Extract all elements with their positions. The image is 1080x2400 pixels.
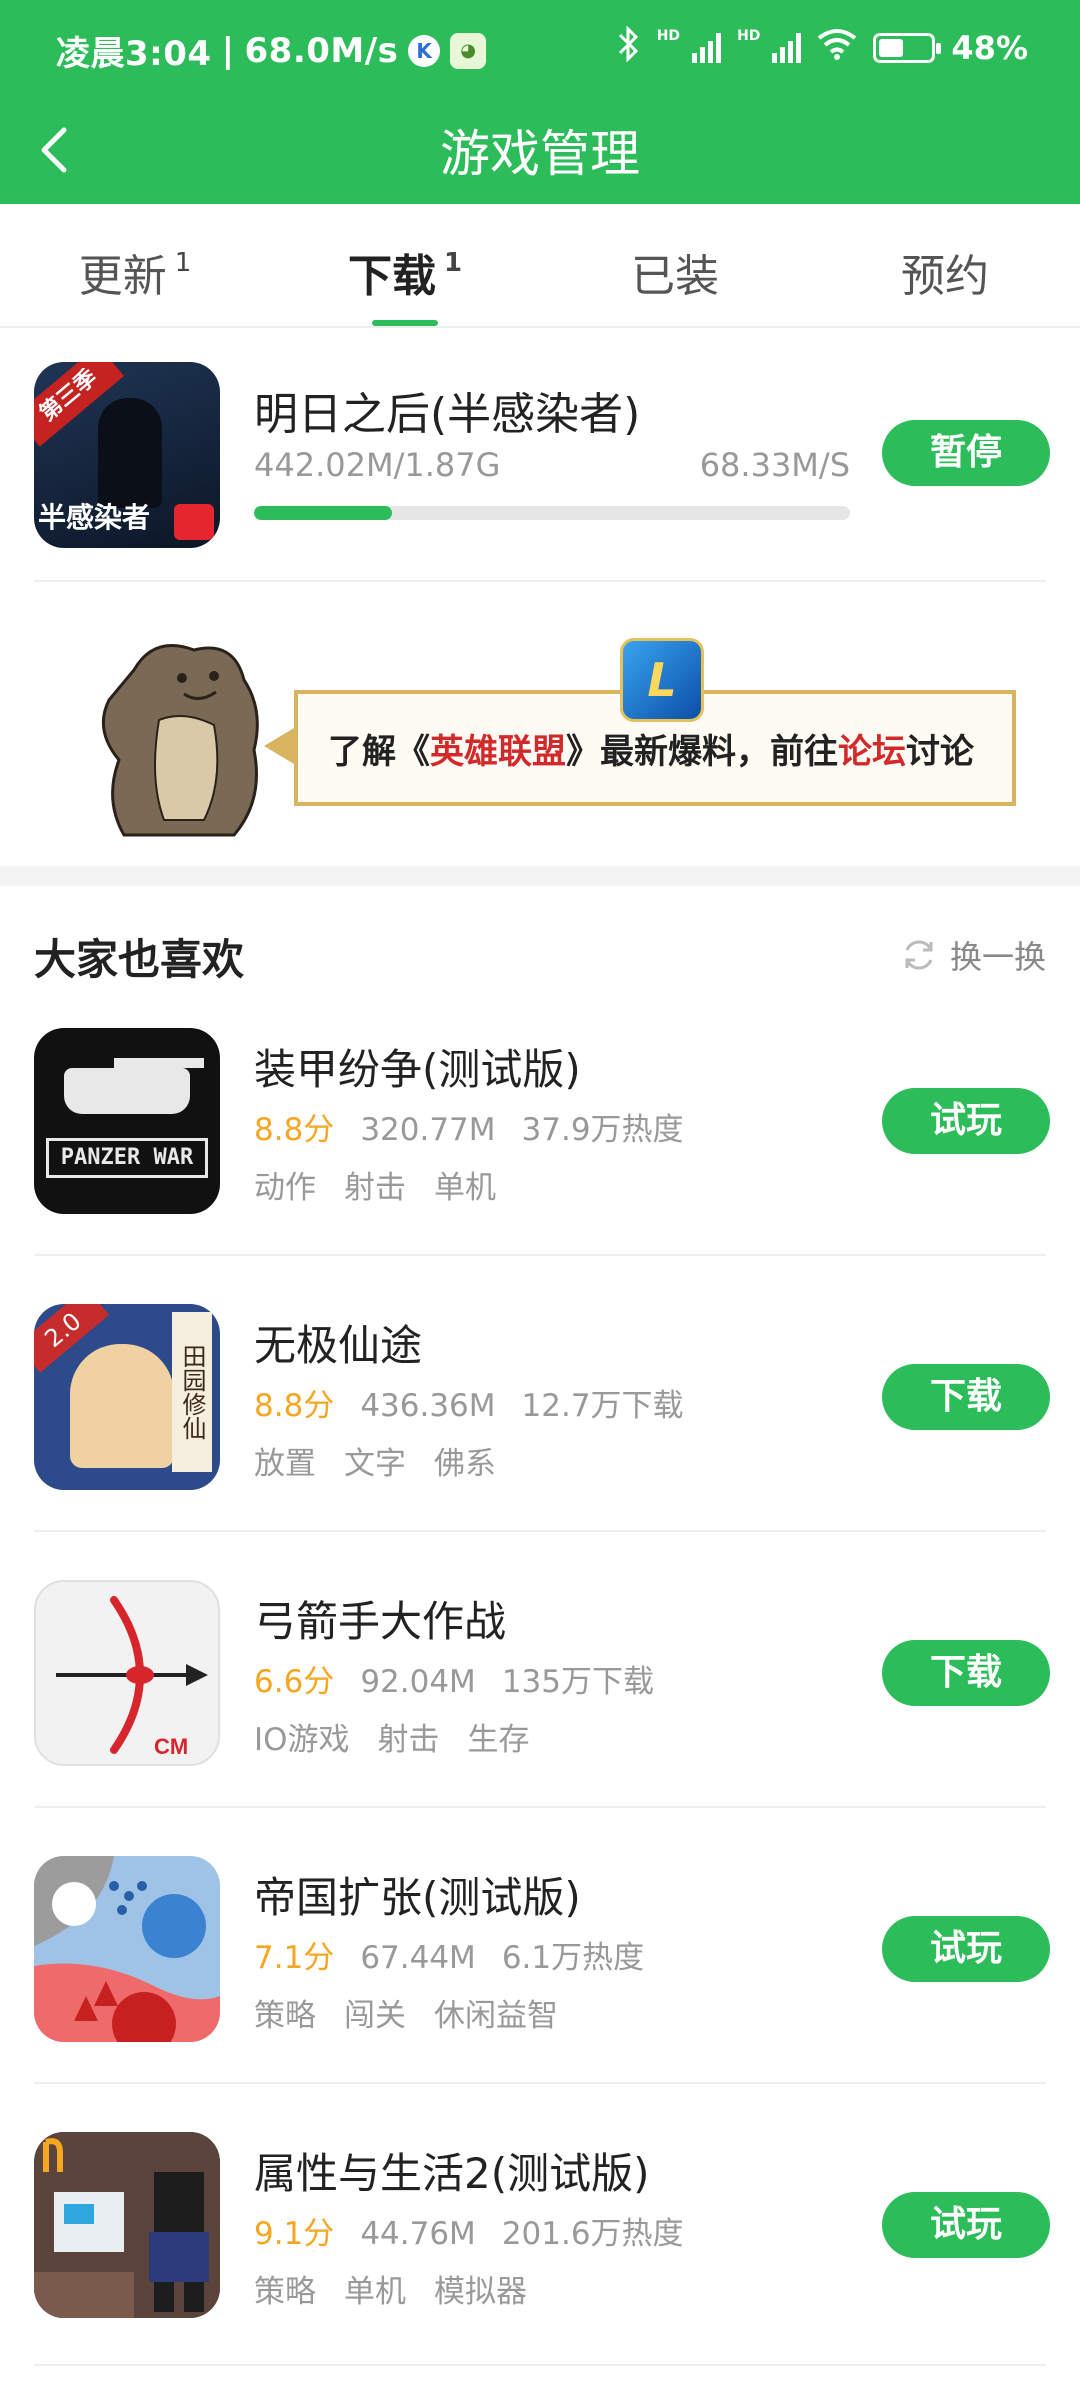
game-name: 帝国扩张(测试版)	[254, 1873, 581, 1922]
page-title: 游戏管理	[440, 125, 640, 183]
game-tags: 放置 文字 佛系	[254, 1446, 496, 1482]
game-stat: 37.9万热度	[521, 1112, 684, 1148]
game-size: 92.04M	[360, 1664, 476, 1700]
game-icon[interactable]: 第三季 半感染者	[34, 362, 220, 548]
game-tags: 策略 闯关 休闲益智	[254, 1998, 558, 2034]
game-stat: 135万下载	[501, 1664, 654, 1700]
try-button[interactable]: 试玩	[882, 1916, 1050, 1982]
status-time: 凌晨3:04	[56, 34, 212, 74]
refresh-icon	[905, 940, 933, 970]
game-stat: 6.1万热度	[501, 1940, 645, 1976]
list-item[interactable]: CM 弓箭手大作战 6.6分 92.04M 135万下载 IO游戏 射击 生存 下载	[0, 1580, 1080, 1856]
try-button[interactable]: 试玩	[882, 1088, 1050, 1154]
game-tags: 策略 单机 模拟器	[254, 2274, 527, 2310]
league-logo-icon: L	[620, 638, 704, 722]
game-meta: 6.6分 92.04M 135万下载	[254, 1656, 654, 1701]
tab-badge: 1	[443, 248, 463, 279]
list-item[interactable]: 田园修仙 2.0 无极仙途 8.8分 436.36M 12.7万下载 放置 文字 佛系 …	[0, 1304, 1080, 1580]
game-score: 8.8分	[254, 1112, 335, 1148]
game-stat: 201.6万热度	[501, 2216, 684, 2252]
list-item[interactable]: PANZER WAR 装甲纷争(测试版) 8.8分 320.77M 37.9万热度 …	[0, 1028, 1080, 1304]
refresh-button[interactable]: 换一换	[900, 932, 1046, 978]
game-icon[interactable]: CM	[34, 1580, 220, 1766]
download-button[interactable]: 下载	[882, 1364, 1050, 1430]
icon-label: 半感染者	[38, 501, 151, 534]
tab-bar: 更新 1 下载 1 已装 预约	[0, 204, 1080, 328]
svg-text:CM: CM	[154, 1734, 188, 1759]
tab-reserve[interactable]: 预约	[810, 204, 1080, 326]
k-app-icon: K	[408, 34, 441, 67]
tab-download[interactable]: 下载 1	[270, 204, 540, 326]
game-meta: 9.1分 44.76M 201.6万热度	[254, 2208, 684, 2253]
download-speed: 68.33M/S	[699, 446, 850, 484]
game-name: 属性与生活2(测试版)	[254, 2149, 650, 2198]
download-button[interactable]: 下载	[882, 1640, 1050, 1706]
download-name: 明日之后(半感染者)	[254, 389, 641, 440]
game-size: 67.44M	[360, 1940, 476, 1976]
list-item[interactable]: 帝国扩张(测试版) 7.1分 67.44M 6.1万热度 策略 闯关 休闲益智 试玩	[0, 1856, 1080, 2132]
game-icon[interactable]: PANZER WAR	[34, 1028, 220, 1214]
tab-indicator	[372, 320, 438, 326]
icon-label: 田园修仙	[172, 1312, 212, 1472]
publisher-logo-icon	[174, 504, 214, 540]
game-icon[interactable]: 田园修仙 2.0	[34, 1304, 220, 1490]
game-icon[interactable]	[34, 2132, 220, 2318]
tab-badge: 1	[174, 248, 192, 279]
section-separator	[0, 866, 1080, 886]
game-meta: 7.1分 67.44M 6.1万热度	[254, 1932, 644, 1977]
battery-icon	[873, 33, 942, 63]
game-tags: IO游戏 射击 生存	[254, 1722, 530, 1758]
game-name: 无极仙途	[254, 1321, 423, 1370]
game-score: 8.8分	[254, 1388, 335, 1424]
app-header: 游戏管理	[0, 96, 1080, 204]
bluetooth-icon	[617, 25, 641, 70]
tab-update[interactable]: 更新 1	[0, 204, 270, 326]
tab-installed[interactable]: 已装	[540, 204, 810, 326]
status-bar: 凌晨3:04 | 68.0M/s K ◕ HD HD 48%	[0, 0, 1080, 96]
status-left: 凌晨3:04 | 68.0M/s K ◕	[56, 26, 487, 75]
game-meta: 8.8分 320.77M 37.9万热度	[254, 1104, 684, 1149]
game-icon[interactable]	[34, 1856, 220, 2042]
promo-banner[interactable]: 了解《英雄联盟》最新爆料，前往论坛讨论 L	[34, 620, 1046, 850]
download-item: 第三季 半感染者 明日之后(半感染者) 442.02M/1.87G 68.33M…	[0, 328, 1080, 582]
game-meta: 8.8分 436.36M 12.7万下载	[254, 1380, 684, 1425]
pause-button[interactable]: 暂停	[882, 420, 1050, 486]
download-size: 442.02M/1.87G	[254, 446, 501, 484]
try-button[interactable]: 试玩	[882, 2192, 1050, 2258]
game-stat: 12.7万下载	[521, 1388, 684, 1424]
wifi-icon	[817, 28, 857, 68]
game-name: 装甲纷争(测试版)	[254, 1045, 581, 1094]
game-score: 7.1分	[254, 1940, 335, 1976]
game-size: 436.36M	[360, 1388, 496, 1424]
list-item[interactable]: 属性与生活2(测试版) 9.1分 44.76M 201.6万热度 策略 单机 模拟器 试…	[0, 2132, 1080, 2400]
game-score: 9.1分	[254, 2216, 335, 2252]
section-title: 大家也喜欢	[34, 935, 245, 984]
game-size: 320.77M	[360, 1112, 496, 1148]
signal-icon	[772, 33, 802, 63]
status-right: HD HD 48%	[617, 25, 1028, 70]
top-bar: 凌晨3:04 | 68.0M/s K ◕ HD HD 48% 游戏管理	[0, 0, 1080, 204]
game-tags: 动作 射击 单机	[254, 1170, 496, 1206]
network-speed: 68.0M/s	[244, 30, 399, 71]
game-name: 弓箭手大作战	[254, 1597, 507, 1646]
refresh-label: 换一换	[949, 938, 1046, 976]
signal-icon	[692, 33, 722, 63]
battery-percent: 48%	[951, 29, 1028, 67]
game-score: 6.6分	[254, 1664, 335, 1700]
download-progress	[254, 506, 850, 520]
notification-app-icon: ◕	[450, 32, 487, 69]
icon-label: PANZER WAR	[46, 1138, 208, 1178]
banner-text: 了解《英雄联盟》最新爆料，前往论坛讨论	[328, 732, 974, 772]
game-size: 44.76M	[360, 2216, 476, 2252]
